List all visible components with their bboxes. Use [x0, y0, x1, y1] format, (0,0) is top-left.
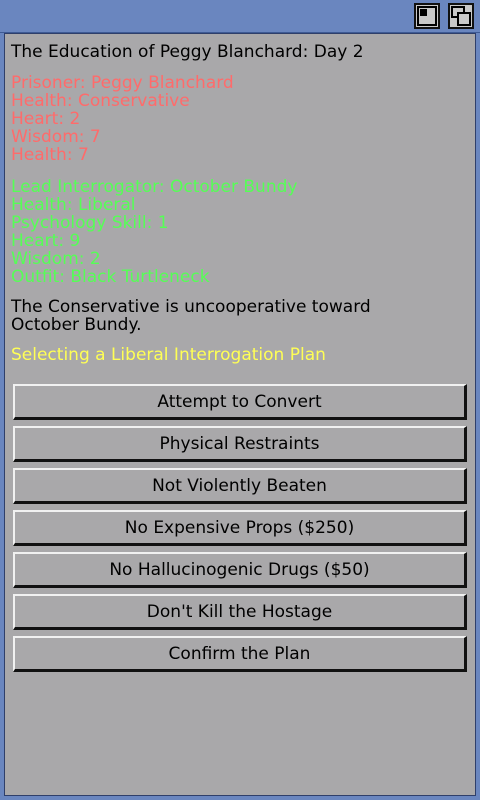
interrogator-name: Lead Interrogator: October Bundy	[11, 177, 298, 197]
interrogator-outfit: Outfit: Black Turtleneck	[11, 267, 210, 287]
confirm-plan-button[interactable]: Confirm the Plan	[13, 636, 467, 672]
interrogator-heart: Heart: 9	[11, 231, 81, 251]
plan-options: Attempt to Convert Physical Restraints N…	[13, 384, 467, 678]
narration-text: The Conservative is uncooperative toward…	[11, 297, 371, 335]
not-violently-beaten-button[interactable]: Not Violently Beaten	[13, 468, 467, 504]
interrogator-stats: Lead Interrogator: October Bundy Health:…	[11, 178, 469, 286]
plan-prompt: Selecting a Liberal Interrogation Plan	[11, 345, 326, 365]
status-text: The Education of Peggy Blanchard: Day 2 …	[11, 40, 469, 364]
no-hallucinogenic-drugs-button[interactable]: No Hallucinogenic Drugs ($50)	[13, 552, 467, 588]
attempt-to-convert-button[interactable]: Attempt to Convert	[13, 384, 467, 420]
prisoner-wisdom: Wisdom: 7	[11, 127, 101, 147]
game-panel: The Education of Peggy Blanchard: Day 2 …	[4, 33, 476, 796]
dont-kill-hostage-button[interactable]: Don't Kill the Hostage	[13, 594, 467, 630]
interrogator-psychology: Psychology Skill: 1	[11, 213, 169, 233]
prisoner-health: Health: 7	[11, 145, 89, 165]
interrogator-alignment: Health: Liberal	[11, 195, 136, 215]
interrogator-wisdom: Wisdom: 2	[11, 249, 101, 269]
prisoner-name: Prisoner: Peggy Blanchard	[11, 73, 234, 93]
prisoner-heart: Heart: 2	[11, 109, 81, 129]
physical-restraints-button[interactable]: Physical Restraints	[13, 426, 467, 462]
page-title: The Education of Peggy Blanchard: Day 2	[11, 42, 364, 62]
window-titlebar	[0, 0, 480, 33]
restore-icon[interactable]	[448, 3, 474, 29]
maximize-icon[interactable]	[414, 3, 440, 29]
prisoner-stats: Prisoner: Peggy Blanchard Health: Conser…	[11, 74, 469, 164]
no-expensive-props-button[interactable]: No Expensive Props ($250)	[13, 510, 467, 546]
prisoner-alignment: Health: Conservative	[11, 91, 190, 111]
